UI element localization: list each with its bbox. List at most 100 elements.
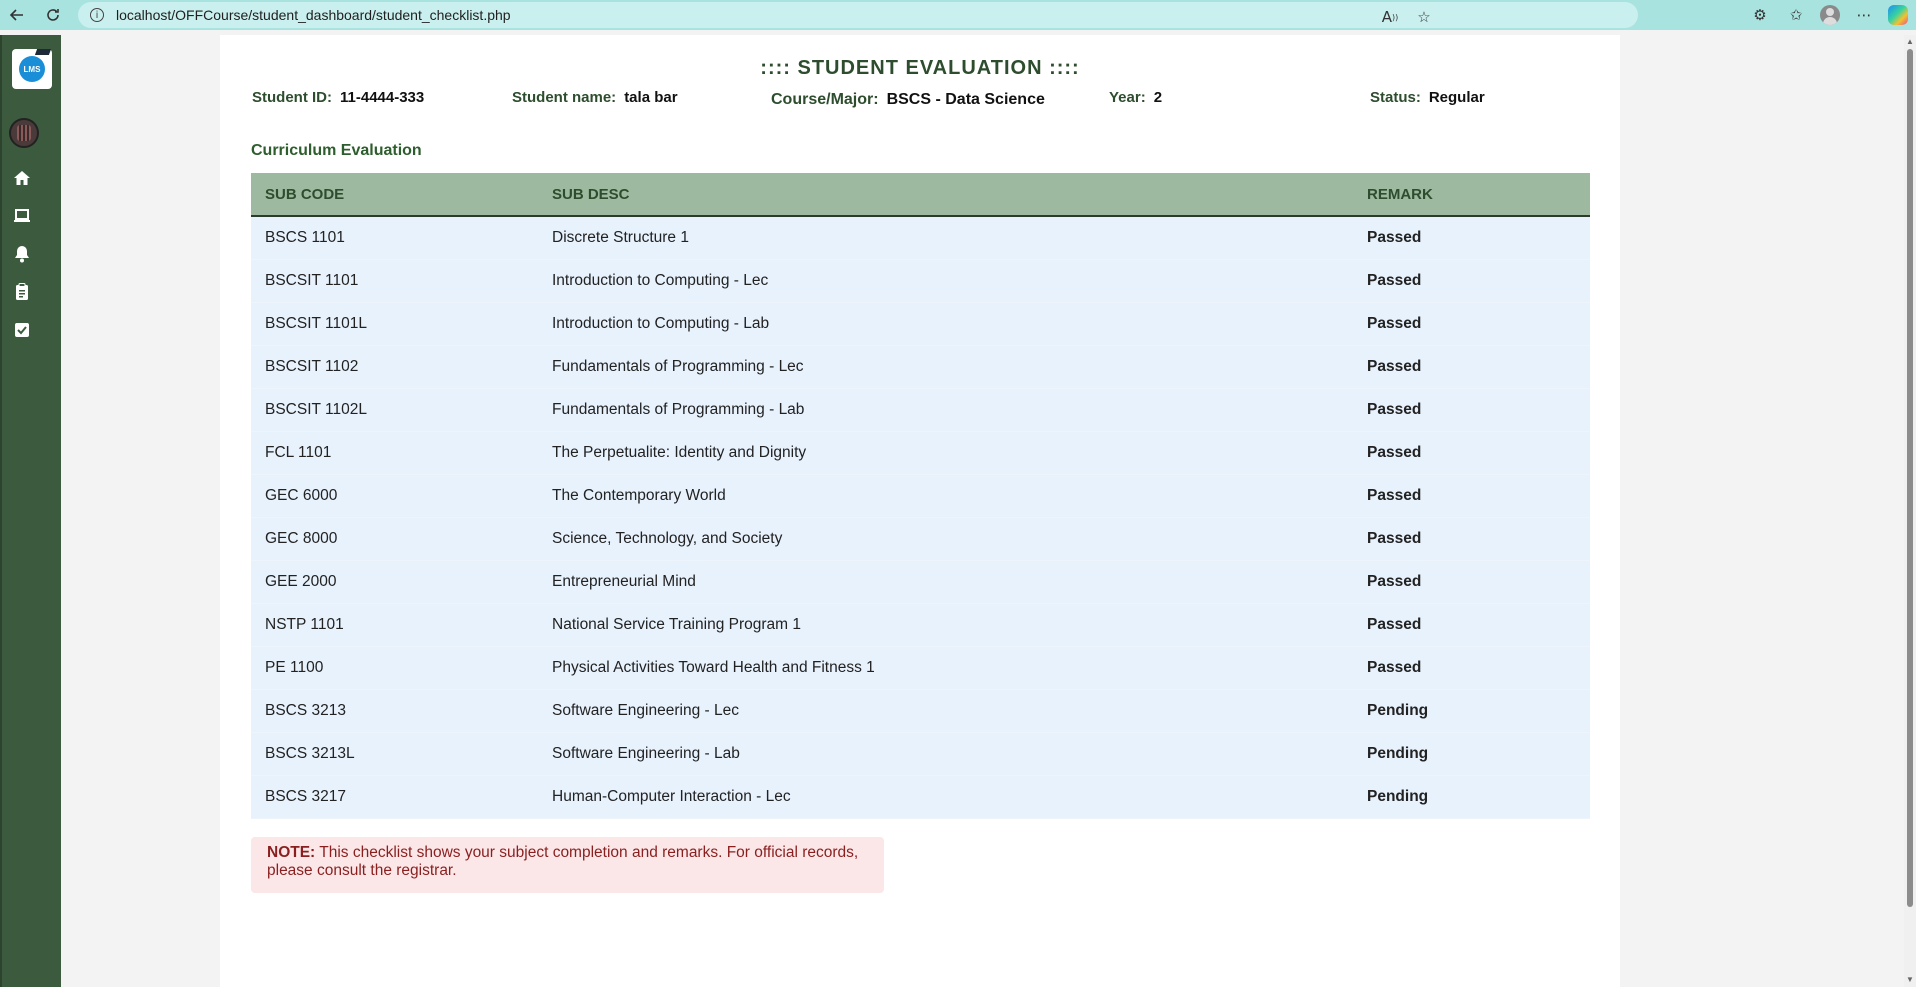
table-row: GEC 6000 The Contemporary World Passed <box>251 474 1590 518</box>
table-row: NSTP 1101 National Service Training Progr… <box>251 603 1590 647</box>
year-value: 2 <box>1153 89 1163 106</box>
page-title: :::: STUDENT EVALUATION :::: <box>760 57 1080 79</box>
sub-code-cell: BSCSIT 1101 <box>251 259 552 303</box>
header-sub-code: SUB CODE <box>251 173 552 217</box>
table-row: BSCSIT 1101 Introduction to Computing - L… <box>251 259 1590 303</box>
back-icon[interactable] <box>4 2 30 28</box>
sub-code-cell: BSCS 3213L <box>251 732 552 776</box>
curriculum-table: SUB CODE SUB DESC REMARK BSCS 1101 Discre… <box>251 173 1590 819</box>
course-field: Course/Major: BSCS - Data Science <box>771 91 1045 109</box>
table-row: BSCS 3213L Software Engineering - Lab Pend… <box>251 732 1590 776</box>
sub-code-cell: BSCSIT 1101L <box>251 302 552 346</box>
remark-cell: Passed <box>1367 259 1590 303</box>
sub-desc-cell: Introduction to Computing - Lab <box>552 302 1367 346</box>
year-field: Year: 2 <box>1109 89 1162 106</box>
sub-desc-cell: Software Engineering - Lab <box>552 732 1367 776</box>
remark-cell: Pending <box>1367 732 1590 776</box>
table-row: BSCSIT 1102L Fundamentals of Programming … <box>251 388 1590 432</box>
favorite-icon[interactable]: ☆ <box>1412 5 1436 29</box>
sub-desc-cell: Human-Computer Interaction - Lec <box>552 775 1367 819</box>
scroll-down-icon[interactable]: ▼ <box>1906 975 1914 985</box>
remark-cell: Passed <box>1367 474 1590 518</box>
remark-cell: Pending <box>1367 689 1590 733</box>
logo-text: LMS <box>23 64 41 74</box>
remark-cell: Passed <box>1367 603 1590 647</box>
table-row: BSCS 3213 Software Engineering - Lec Pendi… <box>251 689 1590 733</box>
remark-cell: Passed <box>1367 388 1590 432</box>
browser-toolbar: i localhost/OFFCourse/student_dashboard/… <box>0 0 1916 30</box>
sub-desc-cell: The Contemporary World <box>552 474 1367 518</box>
sidebar: LMS <box>0 35 61 987</box>
year-label: Year: <box>1109 89 1146 106</box>
lms-logo[interactable]: LMS <box>12 49 52 89</box>
remark-cell: Passed <box>1367 345 1590 389</box>
student-name-label: Student name: <box>512 89 617 106</box>
student-name-field: Student name: tala bar <box>512 89 678 106</box>
student-info: Student ID: 11-4444-333 Student name: tala… <box>220 89 1620 113</box>
evaluation-card: :::: STUDENT EVALUATION :::: Student ID:… <box>220 35 1620 987</box>
profile-icon[interactable] <box>1820 5 1840 25</box>
note-label: NOTE: <box>267 844 316 861</box>
checkbox-icon[interactable] <box>11 319 33 341</box>
sub-desc-cell: Fundamentals of Programming - Lec <box>552 345 1367 389</box>
table-row: GEE 2000 Entrepreneurial Mind Passed <box>251 560 1590 604</box>
site-info-icon[interactable]: i <box>90 8 104 22</box>
sub-desc-cell: National Service Training Program 1 <box>552 603 1367 647</box>
sub-desc-cell: Fundamentals of Programming - Lab <box>552 388 1367 432</box>
url-text[interactable]: localhost/OFFCourse/student_dashboard/st… <box>116 7 511 23</box>
remark-cell: Passed <box>1367 560 1590 604</box>
remark-cell: Passed <box>1367 646 1590 690</box>
more-icon[interactable]: ⋯ <box>1852 3 1876 27</box>
address-bar[interactable]: i localhost/OFFCourse/student_dashboard/… <box>78 2 1638 28</box>
sub-code-cell: GEE 2000 <box>251 560 552 604</box>
read-aloud-icon[interactable]: A)) <box>1378 5 1402 29</box>
browser-actions: ⚙ ✩ ⋯ <box>1742 0 1916 30</box>
sub-code-cell: BSCSIT 1102 <box>251 345 552 389</box>
remark-cell: Passed <box>1367 216 1590 260</box>
note-text: This checklist shows your subject comple… <box>267 844 859 879</box>
sub-desc-cell: Physical Activities Toward Health and Fi… <box>552 646 1367 690</box>
remark-cell: Passed <box>1367 517 1590 561</box>
graduation-cap-icon <box>34 49 52 55</box>
table-row: BSCSIT 1101L Introduction to Computing - … <box>251 302 1590 346</box>
sub-code-cell: GEC 8000 <box>251 517 552 561</box>
home-icon[interactable] <box>11 167 33 189</box>
scrollbar[interactable]: ▲ ▼ <box>1904 35 1916 987</box>
sub-code-cell: BSCS 3213 <box>251 689 552 733</box>
bell-icon[interactable] <box>11 243 33 265</box>
table-row: BSCS 3217 Human-Computer Interaction - Le… <box>251 775 1590 819</box>
sub-code-cell: BSCSIT 1102L <box>251 388 552 432</box>
copilot-icon[interactable] <box>1888 5 1908 25</box>
sub-desc-cell: The Perpetualite: Identity and Dignity <box>552 431 1367 475</box>
header-sub-desc: SUB DESC <box>552 173 1367 217</box>
logo-badge: LMS <box>19 49 52 82</box>
sub-code-cell: BSCS 3217 <box>251 775 552 819</box>
sub-desc-cell: Science, Technology, and Society <box>552 517 1367 561</box>
student-name-value: tala bar <box>624 89 678 106</box>
note-box: NOTE: This checklist shows your subject … <box>251 837 884 893</box>
header-remark: REMARK <box>1367 173 1590 217</box>
remark-cell: Pending <box>1367 775 1590 819</box>
status-value: Regular <box>1428 89 1485 106</box>
page-area: LMS :::: STUDENT EVALUATION :::: Student… <box>0 35 1916 987</box>
sub-code-cell: BSCS 1101 <box>251 216 552 260</box>
sub-desc-cell: Discrete Structure 1 <box>552 216 1367 260</box>
scroll-thumb[interactable] <box>1907 49 1913 907</box>
remark-cell: Passed <box>1367 302 1590 346</box>
laptop-icon[interactable] <box>11 205 33 227</box>
table-row: PE 1100 Physical Activities Toward Health… <box>251 646 1590 690</box>
sub-code-cell: PE 1100 <box>251 646 552 690</box>
avatar[interactable] <box>9 118 39 148</box>
table-row: BSCS 1101 Discrete Structure 1 Passed <box>251 216 1590 260</box>
section-title: Curriculum Evaluation <box>251 142 422 159</box>
clipboard-icon[interactable] <box>11 281 33 303</box>
course-value: BSCS - Data Science <box>886 91 1045 108</box>
status-field: Status: Regular <box>1370 89 1485 106</box>
favorites-icon[interactable]: ✩ <box>1784 3 1808 27</box>
reload-icon[interactable] <box>40 2 66 28</box>
student-id-label: Student ID: <box>252 89 332 106</box>
student-id-field: Student ID: 11-4444-333 <box>252 89 424 106</box>
course-label: Course/Major: <box>771 91 879 108</box>
extensions-icon[interactable]: ⚙ <box>1748 3 1772 27</box>
scroll-up-icon[interactable]: ▲ <box>1906 37 1914 47</box>
